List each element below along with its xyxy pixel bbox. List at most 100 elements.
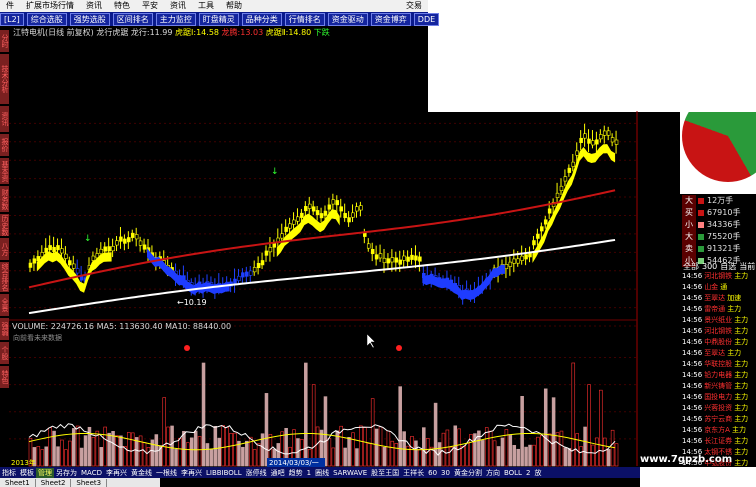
trade-row[interactable]: 14:56 河北钢铁 主力 [682, 271, 748, 282]
left-tab[interactable]: 技术分析 [0, 54, 9, 104]
menu-trade[interactable]: 交易 [400, 0, 428, 12]
left-tab[interactable]: 全景 [0, 294, 9, 316]
order-flow-row: 卖 91321手 [682, 243, 740, 255]
left-tab[interactable]: 历史数据 [0, 214, 9, 236]
volume-bar [162, 397, 166, 467]
trade-direction: 主力 [734, 415, 749, 423]
indicator-tab[interactable]: 圈线 [313, 468, 331, 478]
menu-item[interactable]: 特色 [108, 0, 136, 12]
toolbar-button[interactable]: [L2] [0, 12, 24, 26]
menu-item[interactable]: 帮助 [220, 0, 248, 12]
toolbar-button[interactable]: 综合选股 [26, 12, 67, 26]
indicator-tab[interactable]: 另存为 [54, 468, 79, 478]
toolbar-button[interactable]: 资金驱动 [327, 12, 368, 26]
indicator-tab[interactable]: LIBBIBOLL [204, 469, 244, 477]
left-tab[interactable]: 分时 [0, 30, 9, 52]
left-tab[interactable]: 资讯 [0, 106, 9, 132]
indicator-tab[interactable]: 李再兴 [104, 468, 129, 478]
trade-row[interactable]: 14:56 山金通 [682, 282, 748, 293]
toolbar-button[interactable]: 主力监控 [155, 12, 196, 26]
toolbar-button[interactable]: 强势选股 [69, 12, 110, 26]
indicator-tab[interactable]: MACD [79, 469, 104, 477]
indicator-tab[interactable]: 涨停线 [244, 468, 269, 478]
candle-body [91, 255, 96, 261]
left-tab[interactable]: 基本资料 [0, 158, 9, 184]
trade-row[interactable]: 14:56 长江证券 主力 [682, 436, 748, 447]
trade-row[interactable]: 14:56 国投电力 主力 [682, 392, 748, 403]
volume-bar [182, 430, 186, 467]
indicator-tab[interactable]: SARWAVE [331, 469, 369, 477]
view-tab[interactable]: 全部 [683, 262, 699, 271]
indicator-tab[interactable]: 王祥长 [401, 468, 426, 478]
menu-item[interactable]: 工具 [192, 0, 220, 12]
indicator-tab[interactable]: 黄金分割 [452, 468, 484, 478]
trade-row[interactable]: 14:56 至翠达 主力 [682, 348, 748, 359]
left-tab[interactable]: 强弱 [0, 318, 9, 340]
volume-bar [107, 432, 111, 467]
trade-row[interactable]: 14:56 雷帝通 主力 [682, 304, 748, 315]
indicator-tab[interactable]: 30 [439, 469, 452, 477]
candle-body [591, 140, 595, 146]
trade-row[interactable]: 14:56 景兴纸业 主力 [682, 315, 748, 326]
volume-bar [256, 443, 261, 467]
indicator-tab[interactable]: 股至王国 [369, 468, 401, 478]
indicator-tab[interactable]: 管理 [36, 467, 54, 478]
indicator-tab[interactable]: 放 [532, 468, 543, 478]
trade-row[interactable]: 14:56 兴蓉投资 主力 [682, 403, 748, 414]
trade-row[interactable]: 14:56 新兴铸管 主力 [682, 381, 748, 392]
menu-item[interactable]: 资讯 [164, 0, 192, 12]
menu-item[interactable]: 件 [0, 0, 20, 12]
indicator-tab[interactable]: 黄金线 [129, 468, 154, 478]
left-tab[interactable]: 八方 [0, 238, 9, 260]
indicator-tab[interactable]: BOLL [502, 469, 524, 477]
trade-row[interactable]: 14:56 华联控股 主力 [682, 359, 748, 370]
volume-bar [441, 432, 446, 467]
trade-time: 14:56 [682, 415, 703, 423]
toolbar-button[interactable]: 资金博弈 [370, 12, 411, 26]
indicator-tab[interactable]: 趋势 [287, 468, 305, 478]
candle-body [56, 245, 60, 251]
left-tab[interactable]: 特色 [0, 366, 9, 388]
trade-row[interactable]: 14:56 至翠达 加速 [682, 293, 748, 304]
candle-body [248, 270, 253, 276]
toolbar-button[interactable]: DDE [413, 12, 440, 26]
indicator-tab[interactable]: 方向 [484, 468, 502, 478]
order-flow-row: 大 75520手 [682, 231, 740, 243]
indicator-tab[interactable]: 一根线 [154, 468, 179, 478]
left-tab[interactable]: 个股 [0, 342, 9, 364]
candle-body [64, 253, 68, 259]
left-tab[interactable]: 报价 [0, 134, 9, 156]
trade-row[interactable]: 14:56 苏宁云商 主力 [682, 414, 748, 425]
price-volume-chart[interactable]: 15.0014.5014.0013.5013.0012.5012.0011.50… [9, 26, 640, 467]
indicator-tab[interactable]: 60 [426, 469, 439, 477]
trade-time: 14:56 [682, 327, 703, 335]
sheet-tab[interactable]: Sheet2 [36, 478, 72, 487]
trade-row[interactable]: 14:56 河北钢铁 主力 [682, 326, 748, 337]
toolbar-button[interactable]: 盯盘精灵 [198, 12, 239, 26]
toolbar-button[interactable]: 行情排名 [284, 12, 325, 26]
left-tab[interactable]: 财务数据 [0, 186, 9, 212]
indicator-tab[interactable]: 1 [305, 469, 313, 477]
indicator-tab[interactable]: 李再兴 [179, 468, 204, 478]
candle-body [532, 240, 536, 246]
left-tab[interactable]: 综合排名 [0, 262, 9, 292]
sheet-tab[interactable]: Sheet1 [0, 478, 36, 487]
menu-item[interactable]: 资讯 [80, 0, 108, 12]
toolbar-button[interactable]: 品种分类 [241, 12, 282, 26]
trade-row[interactable]: 14:56 京东方A 主力 [682, 425, 748, 436]
indicator-tab[interactable]: 通吧 [269, 468, 287, 478]
volume-bar [614, 443, 619, 467]
menu-item[interactable]: 平安 [136, 0, 164, 12]
menu-item[interactable]: 扩展市场行情 [20, 0, 80, 12]
candle-body [520, 255, 524, 261]
toolbar-button[interactable]: 区间排名 [112, 12, 153, 26]
sheet-tab[interactable]: Sheet3 [71, 478, 108, 487]
trade-row[interactable]: 14:56 中鼎股份 主力 [682, 337, 748, 348]
view-tab[interactable]: 当前 [739, 262, 755, 271]
indicator-tab[interactable]: 指标 [0, 468, 18, 478]
trade-row[interactable]: 14:56 铅力电器 主力 [682, 370, 748, 381]
view-tab[interactable]: 自选 [720, 262, 736, 271]
indicator-tab[interactable]: 模板 [18, 468, 36, 478]
indicator-tab[interactable]: 2 [524, 469, 532, 477]
view-tab[interactable]: 300 [702, 262, 717, 271]
